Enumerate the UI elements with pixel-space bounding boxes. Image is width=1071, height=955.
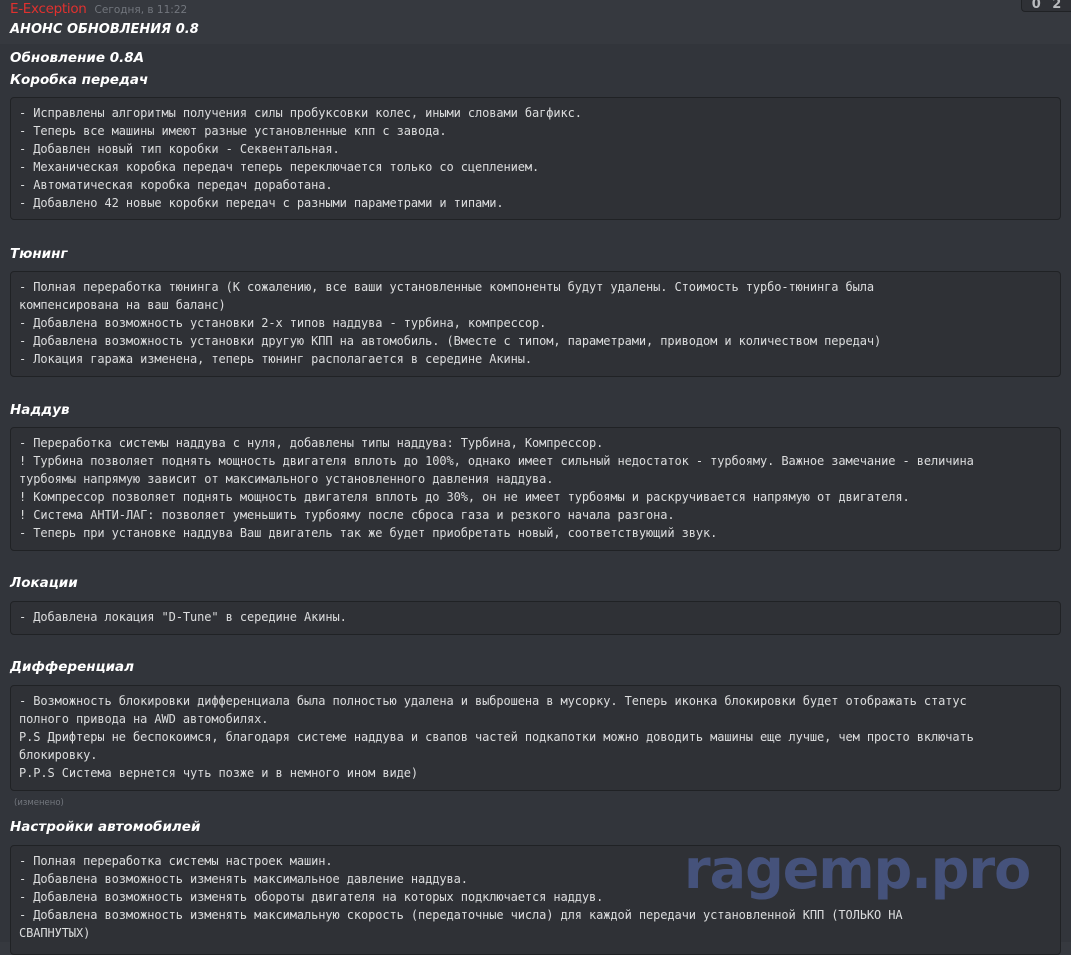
code-line: - Добавлена возможность установки 2-х ти… — [19, 316, 547, 330]
code-line: - Полная переработка системы настроек ма… — [19, 854, 333, 868]
edited-label: (изменено) — [14, 798, 64, 808]
code-block-differential: - Возможность блокировки дифференциала б… — [10, 685, 1061, 791]
code-line: - Добавлен новый тип коробки - Секвентал… — [19, 142, 340, 156]
code-line: - Добавлена возможность изменять максима… — [19, 908, 903, 922]
code-line: - Локация гаража изменена, теперь тюнинг… — [19, 352, 532, 366]
code-block-locations: - Добавлена локация "D-Tune" в середине … — [10, 601, 1061, 635]
code-line: полного привода на AWD автомобилях. — [19, 712, 269, 726]
code-block-boost: - Переработка системы наддува с нуля, до… — [10, 427, 1061, 551]
section-heading-boost: Наддув — [10, 402, 70, 418]
reaction-count-2: 2 — [1052, 0, 1062, 12]
code-line: - Автоматическая коробка передач доработ… — [19, 178, 333, 192]
code-line: - Добавлено 42 новые коробки передач с р… — [19, 196, 504, 210]
code-line: P.P.S Система вернется чуть позже и в не… — [19, 766, 418, 780]
code-line: - Возможность блокировки дифференциала б… — [19, 694, 967, 708]
code-line: - Исправлены алгоритмы получения силы пр… — [19, 106, 582, 120]
version-heading: Обновление 0.8A — [10, 50, 145, 66]
section-heading-locations: Локации — [10, 575, 78, 591]
code-line: - Полная переработка тюнинга (К сожалени… — [19, 280, 874, 294]
code-line: СВАПНУТЫХ) — [19, 926, 91, 940]
code-line: P.S Дрифтеры не беспокоимся, благодаря с… — [19, 730, 974, 744]
code-line: - Теперь все машины имеют разные установ… — [19, 124, 447, 138]
code-line: - Переработка системы наддува с нуля, до… — [19, 436, 604, 450]
message-timestamp: Сегодня, в 11:22 — [94, 4, 188, 16]
author-name[interactable]: E-Exception — [10, 1, 87, 17]
code-block-tuning: - Полная переработка тюнинга (К сожалени… — [10, 271, 1061, 377]
code-block-car-settings: - Полная переработка системы настроек ма… — [10, 845, 1061, 955]
code-line: - Добавлена возможность изменять максима… — [19, 872, 468, 886]
code-line: - Теперь при установке наддува Ваш двига… — [19, 526, 718, 540]
code-line: - Механическая коробка передач теперь пе… — [19, 160, 540, 174]
code-line: турбоямы напрямую зависит от максимально… — [19, 472, 554, 486]
code-line: ! Система АНТИ-ЛАГ: позволяет уменьшить … — [19, 508, 675, 522]
code-line: - Добавлена локация "D-Tune" в середине … — [19, 610, 347, 624]
section-heading-car-settings: Настройки автомобилей — [10, 819, 201, 835]
section-heading-tuning: Тюнинг — [10, 246, 68, 262]
reaction-count-1: 0 — [1031, 0, 1041, 12]
code-block-gearbox: - Исправлены алгоритмы получения силы пр… — [10, 97, 1061, 220]
section-heading-differential: Дифференциал — [10, 659, 135, 675]
reaction-counter[interactable]: 0 2 — [1021, 0, 1071, 12]
code-line: компенсирована на ваш баланс) — [19, 298, 226, 312]
section-heading-gearbox: Коробка передач — [10, 72, 149, 88]
code-line: ! Турбина позволяет поднять мощность дви… — [19, 454, 974, 468]
announcement-title: АНОНС ОБНОВЛЕНИЯ 0.8 — [10, 22, 199, 37]
code-line: - Добавлена возможность установки другую… — [19, 334, 882, 348]
message-header: E-Exception Сегодня, в 11:22 — [10, 1, 187, 21]
code-line: - Добавлена возможность изменять обороты… — [19, 890, 604, 904]
code-line: блокировку. — [19, 748, 98, 762]
code-line: ! Компрессор позволяет поднять мощность … — [19, 490, 910, 504]
message-content: Обновление 0.8A Коробка передач - Исправ… — [0, 44, 1071, 955]
